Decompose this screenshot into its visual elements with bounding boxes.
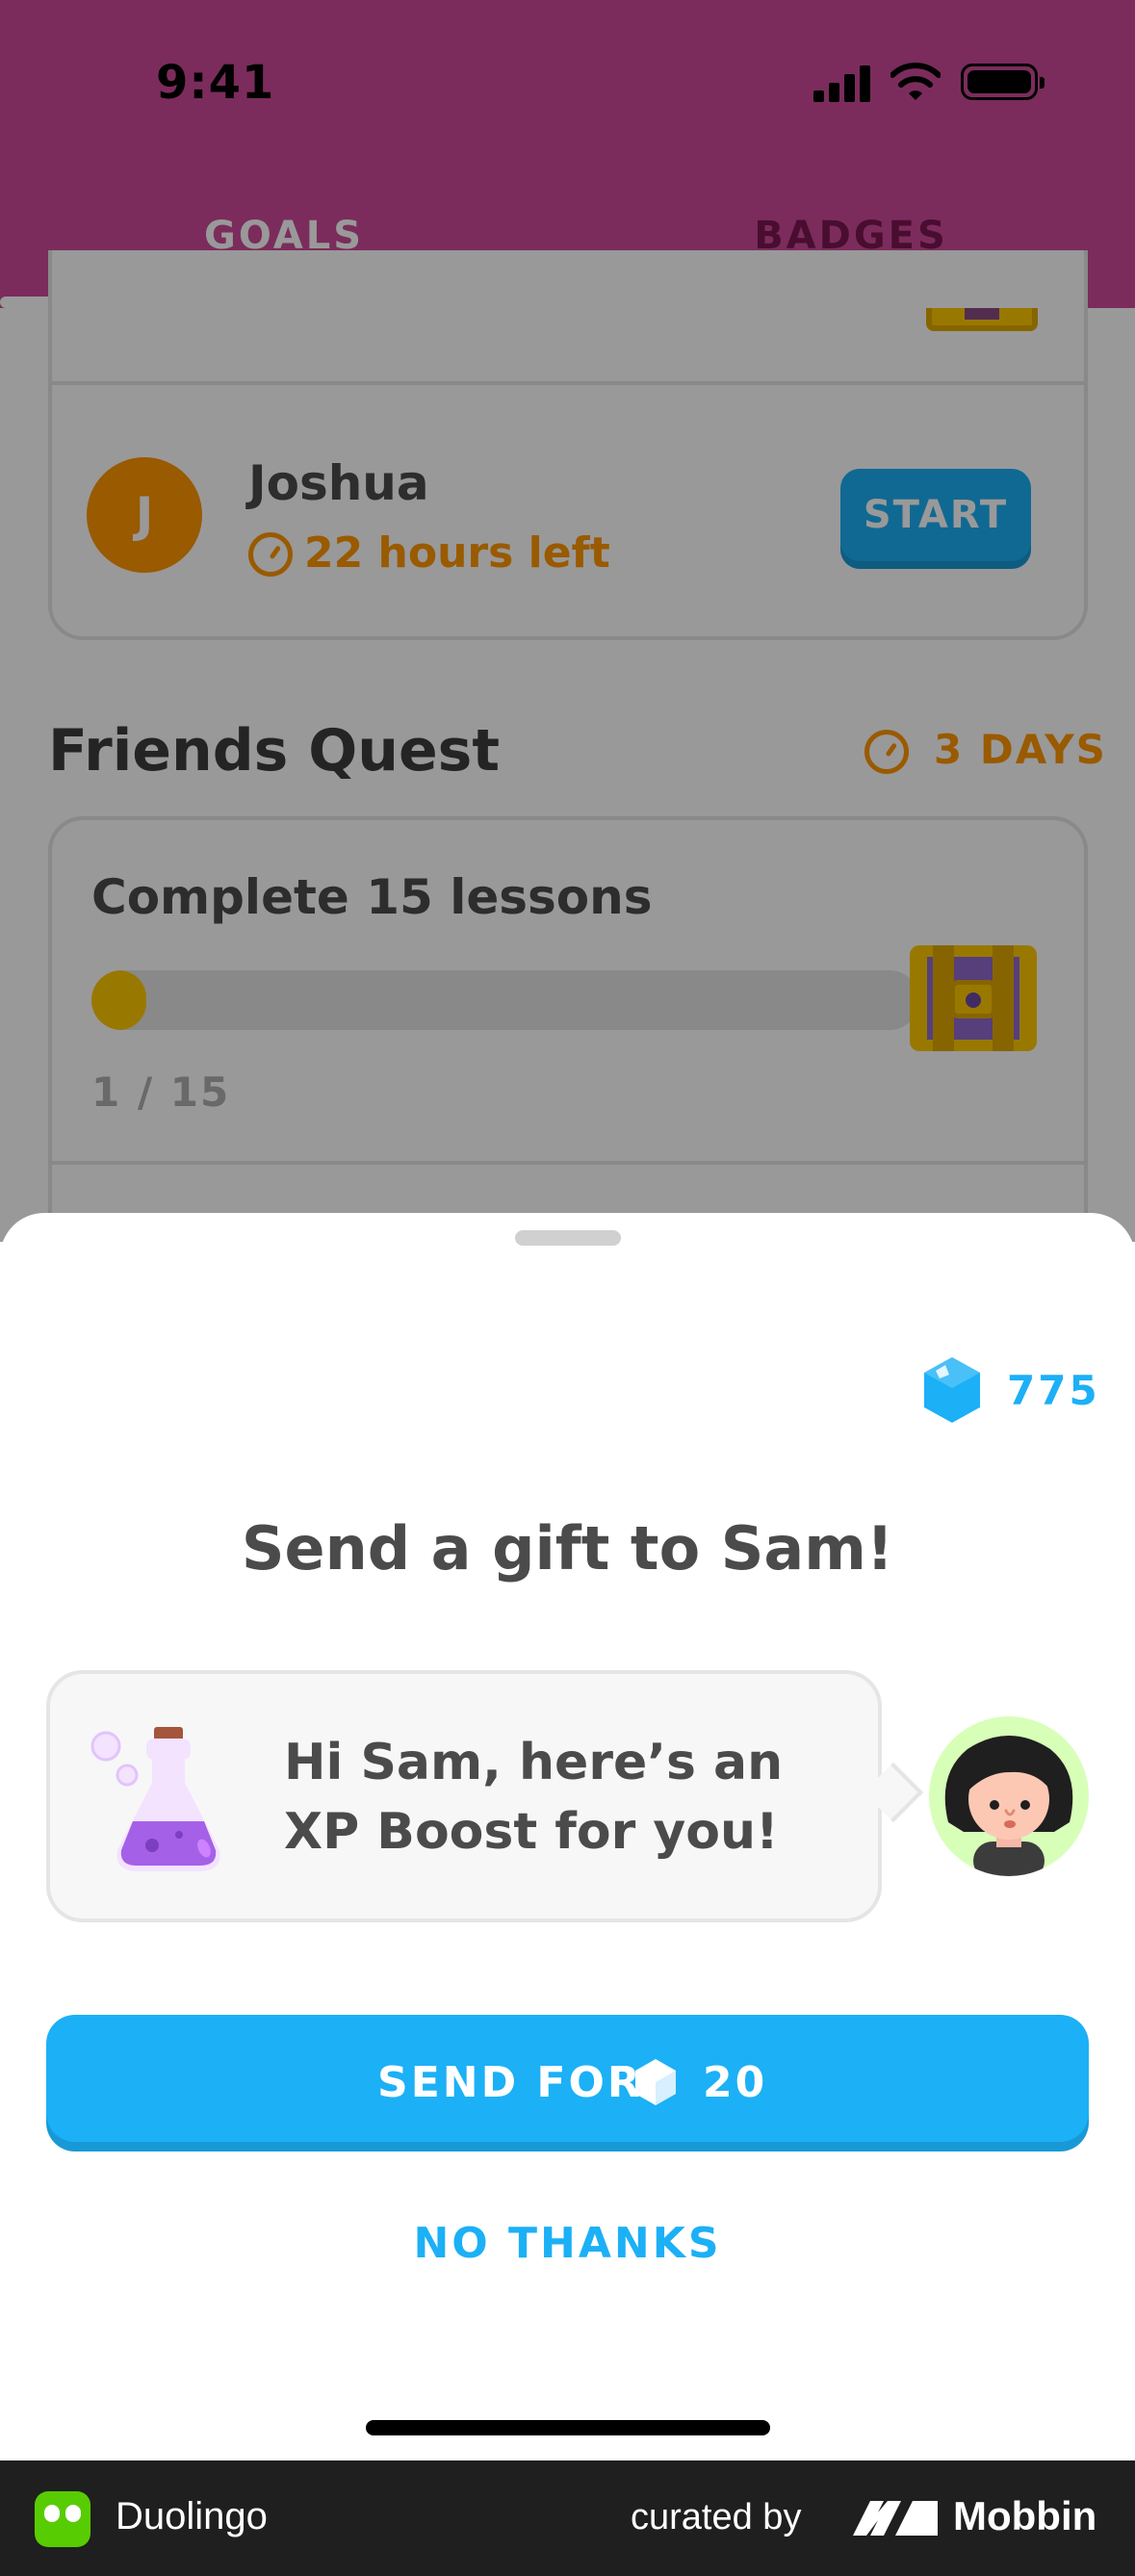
footer-app-name: Duolingo [116,2495,268,2537]
avatar-icon [929,1716,1089,1876]
footer-brand: Mobbin [953,2493,1097,2538]
potion-icon [90,1727,220,1871]
duolingo-logo [35,2491,90,2547]
send-price: 20 [703,2058,768,2107]
sheet-drag-handle[interactable] [515,1230,621,1246]
sam-avatar-illustration [944,1736,1073,1876]
curated-by-label: curated by [631,2497,802,2537]
mobbin-logo [853,2501,938,2536]
modal-backdrop[interactable] [0,0,1135,1242]
gem-balance: 775 [1007,1367,1100,1414]
sheet-title: Send a gift to Sam! [241,1513,894,1584]
gem-icon [924,1357,980,1423]
home-indicator [366,2420,770,2435]
gift-message: Hi Sam, here’s an XP Boost for you! [284,1734,784,1861]
goals-screen: 9:41 GOALS BADGES J Joshua 22 hours left… [0,0,1135,1242]
no-thanks-button[interactable]: NO THANKS [0,2219,1135,2268]
send-button-label: SEND FOR [377,2058,643,2107]
gem-icon [635,2059,676,2105]
